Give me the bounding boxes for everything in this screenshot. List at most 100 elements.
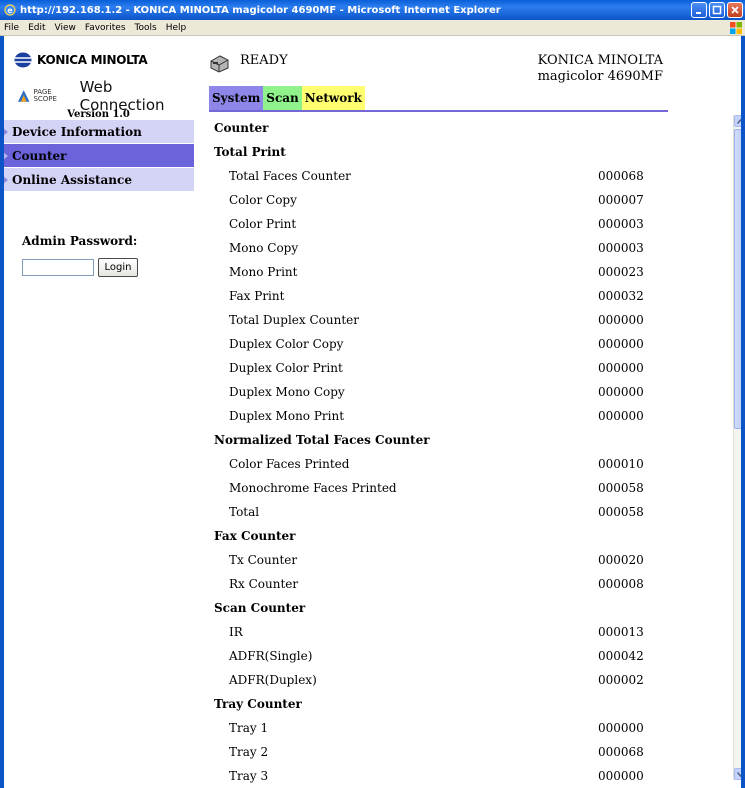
counter-row: ADFR(Duplex) 000002 bbox=[209, 668, 659, 692]
counter-row: Tray 1 000000 bbox=[209, 716, 659, 740]
counter-label: ADFR(Duplex) bbox=[229, 673, 317, 687]
counter-label: Tray 2 bbox=[229, 745, 269, 759]
maximize-icon bbox=[712, 5, 722, 15]
counter-value: 000010 bbox=[598, 457, 644, 471]
counter-row: Total 000058 bbox=[209, 500, 659, 524]
counter-value: 000032 bbox=[598, 289, 644, 303]
section-heading: Fax Counter bbox=[214, 529, 296, 543]
tab-underline bbox=[209, 110, 668, 112]
counter-value: 000058 bbox=[598, 481, 644, 495]
nav-item-counter[interactable]: Counter bbox=[0, 144, 194, 168]
konica-minolta-globe-icon bbox=[14, 52, 32, 68]
menu-help[interactable]: Help bbox=[166, 23, 187, 33]
counter-value: 000013 bbox=[598, 625, 644, 639]
counter-label: Tx Counter bbox=[229, 553, 298, 567]
counter-label: Total bbox=[229, 505, 260, 519]
counter-label: Tray 1 bbox=[229, 721, 269, 735]
counter-title: Counter bbox=[214, 121, 269, 135]
admin-password-label: Admin Password: bbox=[22, 234, 138, 248]
menu-tools[interactable]: Tools bbox=[135, 23, 157, 33]
counter-value: 000000 bbox=[598, 313, 644, 327]
counter-row: ADFR(Single) 000042 bbox=[209, 644, 659, 668]
counter-value: 000003 bbox=[598, 241, 644, 255]
counter-row: Total Faces Counter 000068 bbox=[209, 164, 659, 188]
counter-label: Color Faces Printed bbox=[229, 457, 350, 471]
counter-value: 000020 bbox=[598, 553, 644, 567]
counter-value: 000042 bbox=[598, 649, 644, 663]
page-scope-icon bbox=[17, 90, 30, 102]
maximize-button[interactable] bbox=[709, 2, 725, 18]
close-icon bbox=[731, 6, 739, 14]
counter-value: 000002 bbox=[598, 673, 644, 687]
device-model: KONICA MINOLTA magicolor 4690MF bbox=[538, 53, 663, 85]
counter-table: Counter Total Print Total Faces Counter 00… bbox=[209, 116, 659, 788]
counter-value: 000000 bbox=[598, 337, 644, 351]
menu-edit[interactable]: Edit bbox=[28, 23, 45, 33]
counter-label: Duplex Mono Print bbox=[229, 409, 345, 423]
nav-item-label: Device Information bbox=[12, 124, 142, 139]
counter-label: Total Duplex Counter bbox=[229, 313, 360, 327]
page-scope-label: PAGE SCOPE bbox=[33, 88, 57, 103]
counter-value: 000068 bbox=[598, 745, 644, 759]
section-heading: Scan Counter bbox=[214, 601, 306, 615]
counter-label: ADFR(Single) bbox=[229, 649, 313, 663]
menu-view[interactable]: View bbox=[55, 23, 76, 33]
close-button[interactable] bbox=[727, 2, 743, 18]
counter-row: Mono Copy 000003 bbox=[209, 236, 659, 260]
nav-item-device-information[interactable]: Device Information bbox=[0, 120, 194, 144]
side-navigation: Device Information Counter Online Assist… bbox=[0, 120, 194, 192]
counter-row: IR 000013 bbox=[209, 620, 659, 644]
admin-password-input[interactable] bbox=[22, 259, 94, 276]
section-heading: Tray Counter bbox=[214, 697, 302, 711]
counter-value: 000000 bbox=[598, 721, 644, 735]
counter-label: Total Faces Counter bbox=[229, 169, 351, 183]
left-panel: KONICA MINOLTA PAGE SCOPE Web Connection… bbox=[0, 36, 197, 788]
nav-item-label: Online Assistance bbox=[12, 172, 132, 187]
window-title-bar[interactable]: e http://192.168.1.2 - KONICA MINOLTA ma… bbox=[0, 0, 745, 20]
counter-row: Duplex Color Copy 000000 bbox=[209, 332, 659, 356]
counter-value: 000000 bbox=[598, 361, 644, 375]
tab-scan[interactable]: Scan bbox=[263, 86, 302, 110]
counter-value: 000008 bbox=[598, 577, 644, 591]
counter-label: IR bbox=[229, 625, 243, 639]
section-heading: Normalized Total Faces Counter bbox=[214, 433, 430, 447]
counter-value: 000003 bbox=[598, 217, 644, 231]
minimize-button[interactable] bbox=[691, 2, 707, 18]
counter-label: Fax Print bbox=[229, 289, 285, 303]
tab-network[interactable]: Network bbox=[301, 86, 365, 110]
counter-label: Duplex Mono Copy bbox=[229, 385, 345, 399]
counter-row: Total Duplex Counter 000000 bbox=[209, 308, 659, 332]
tab-system[interactable]: System bbox=[209, 86, 264, 110]
counter-value: 000000 bbox=[598, 769, 644, 783]
section-heading: Total Print bbox=[214, 145, 286, 159]
company-name: KONICA MINOLTA bbox=[37, 53, 148, 67]
printer-icon bbox=[210, 55, 229, 73]
nav-item-online-assistance[interactable]: Online Assistance bbox=[0, 168, 194, 192]
window-border-right bbox=[741, 36, 745, 788]
minimize-icon bbox=[696, 12, 701, 14]
version-label: Version 1.0 bbox=[67, 109, 130, 120]
counter-value: 000068 bbox=[598, 169, 644, 183]
counter-value: 000000 bbox=[598, 409, 644, 423]
counter-row: Tx Counter 000020 bbox=[209, 548, 659, 572]
login-button[interactable]: Login bbox=[98, 258, 138, 277]
counter-label: Color Print bbox=[229, 217, 297, 231]
counter-row: Rx Counter 000008 bbox=[209, 572, 659, 596]
counter-label: Rx Counter bbox=[229, 577, 299, 591]
counter-label: Tray 3 bbox=[229, 769, 269, 783]
counter-label: Duplex Color Copy bbox=[229, 337, 344, 351]
device-status: READY bbox=[240, 53, 288, 68]
counter-row: Duplex Mono Copy 000000 bbox=[209, 380, 659, 404]
menu-favorites[interactable]: Favorites bbox=[85, 23, 126, 33]
internet-explorer-icon: e bbox=[4, 4, 16, 16]
counter-label: Mono Print bbox=[229, 265, 298, 279]
menu-bar: File Edit View Favorites Tools Help bbox=[0, 20, 745, 36]
counter-row: Mono Print 000023 bbox=[209, 260, 659, 284]
svg-text:e: e bbox=[7, 6, 13, 15]
counter-row: Monochrome Faces Printed 000058 bbox=[209, 476, 659, 500]
counter-label: Color Copy bbox=[229, 193, 297, 207]
tab-bar: System Scan Network bbox=[209, 86, 365, 110]
nav-item-label: Counter bbox=[12, 148, 67, 163]
menu-file[interactable]: File bbox=[4, 23, 19, 33]
counter-label: Monochrome Faces Printed bbox=[229, 481, 397, 495]
